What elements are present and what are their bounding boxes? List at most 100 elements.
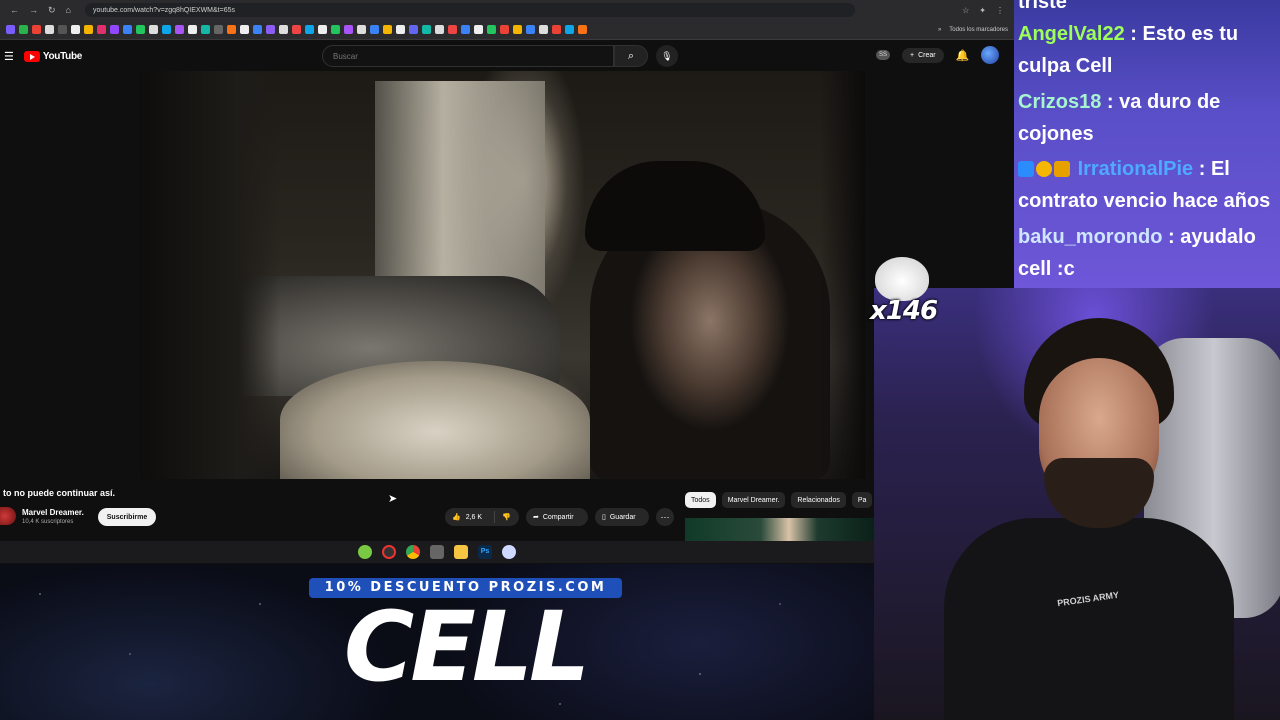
bookmark-icon[interactable] [162, 25, 171, 34]
bookmark-icon[interactable] [19, 25, 28, 34]
star-icon[interactable]: ☆ [962, 6, 969, 15]
bookmark-icon[interactable] [383, 25, 392, 34]
channel-name[interactable]: Marvel Dreamer. [22, 508, 84, 517]
chip-channel[interactable]: Marvel Dreamer. [721, 492, 786, 508]
bookmark-icon[interactable] [422, 25, 431, 34]
bookmark-icon[interactable] [214, 25, 223, 34]
bookmark-icon[interactable] [500, 25, 509, 34]
bookmark-icon[interactable] [565, 25, 574, 34]
menu-icon[interactable]: ☰ [4, 50, 14, 63]
chat-message: IrrationalPie : El contrato vencio hace … [1018, 158, 1271, 212]
chrome-icon[interactable] [406, 545, 420, 559]
bookmark-icon[interactable] [240, 25, 249, 34]
channel-subscribers: 10,4 K suscriptores [22, 519, 74, 525]
reload-icon[interactable]: ↻ [48, 5, 56, 16]
bookmark-icon[interactable] [32, 25, 41, 34]
video-frame-bags [280, 361, 590, 479]
share-button[interactable]: ➦ Compartir [526, 508, 588, 526]
youtube-logo[interactable]: YouTube [23, 50, 83, 62]
bookmark-icon[interactable] [58, 25, 67, 34]
folder-icon[interactable] [454, 545, 468, 559]
channel-avatar[interactable] [0, 507, 16, 525]
crown-badge-icon [1054, 161, 1070, 177]
thumbs-down-icon: 👎 [502, 514, 511, 521]
bookmark-icon[interactable] [110, 25, 119, 34]
subscribe-button[interactable]: Suscribirme [98, 508, 156, 526]
bookmark-icon[interactable] [279, 25, 288, 34]
url-field[interactable]: youtube.com/watch?v=zgq8hQIEXWM&t=65s [84, 3, 855, 17]
create-label: Crear [918, 51, 936, 59]
app-icon[interactable] [502, 545, 516, 559]
app-icon[interactable] [430, 545, 444, 559]
bookmark-icon[interactable] [201, 25, 210, 34]
bookmark-icon[interactable] [175, 25, 184, 34]
bookmark-icon[interactable] [292, 25, 301, 34]
webcam-feed: PROZIS ARMY [874, 288, 1280, 720]
bookmark-icon[interactable] [344, 25, 353, 34]
notifications-icon[interactable]: 🔔 [956, 49, 970, 62]
bookmark-icon[interactable] [331, 25, 340, 34]
streamer-name-logo: CELL [343, 591, 590, 703]
video-frame-shade [820, 71, 865, 479]
video-frame-hair [585, 161, 765, 251]
extensions-icon[interactable]: ✦ [979, 6, 986, 15]
plus-icon: + [910, 51, 915, 59]
bookmark-icon[interactable] [136, 25, 145, 34]
bookmark-icon[interactable] [253, 25, 262, 34]
bookmark-icon[interactable] [435, 25, 444, 34]
chip-related[interactable]: Relacionados [791, 492, 846, 508]
video-player[interactable] [140, 71, 865, 479]
related-video-thumbnail[interactable] [685, 518, 874, 542]
bookmark-icon[interactable] [526, 25, 535, 34]
url-text: youtube.com/watch?v=zgq8hQIEXWM&t=65s [92, 6, 236, 14]
bookmark-icon[interactable] [149, 25, 158, 34]
bookmark-icon[interactable] [552, 25, 561, 34]
more-actions-button[interactable]: ⋯ [656, 508, 674, 526]
forward-icon[interactable]: → [29, 5, 38, 16]
chip-more[interactable]: Pa [851, 492, 873, 508]
voice-search-button[interactable]: 🎙 [656, 45, 678, 67]
app-icon[interactable] [358, 545, 372, 559]
youtube-logo-text: YouTube [42, 50, 83, 62]
bookmark-icon[interactable] [539, 25, 548, 34]
bookmark-icon[interactable] [513, 25, 522, 34]
back-icon[interactable]: ← [10, 5, 19, 16]
bookmark-icon[interactable] [305, 25, 314, 34]
bookmark-icon[interactable] [396, 25, 405, 34]
chip-todos[interactable]: Todos [685, 492, 716, 508]
bookmark-icon[interactable] [188, 25, 197, 34]
dislike-button[interactable]: 👎 [495, 513, 511, 521]
avatar[interactable] [981, 46, 1000, 64]
all-bookmarks[interactable]: » Todos los marcadores [938, 27, 1008, 33]
bookmark-icon[interactable] [318, 25, 327, 34]
search-button[interactable]: ⌕ [614, 45, 648, 67]
app-icon[interactable] [382, 545, 396, 559]
menu-icon[interactable]: ⋮ [996, 6, 1004, 15]
photoshop-icon[interactable]: Ps [478, 545, 492, 559]
bookmark-icon[interactable] [97, 25, 106, 34]
stream-chat: triste AngelVal22 : Esto es tu culpa Cel… [1014, 0, 1280, 288]
save-button[interactable]: ▯ Guardar [595, 508, 649, 526]
create-button[interactable]: + Crear [902, 47, 944, 63]
like-button[interactable]: 👍 2,6 K [445, 511, 495, 523]
bookmark-icon[interactable] [84, 25, 93, 34]
cc-badge[interactable]: SS [876, 50, 891, 60]
header-actions: SS + Crear 🔔 [876, 46, 1000, 64]
bookmark-icon[interactable] [266, 25, 275, 34]
bookmark-icon[interactable] [357, 25, 366, 34]
search-input[interactable] [322, 45, 614, 67]
bookmark-icon[interactable] [227, 25, 236, 34]
bookmark-icon[interactable] [578, 25, 587, 34]
bookmark-icon[interactable] [474, 25, 483, 34]
home-icon[interactable]: ⌂ [66, 5, 71, 16]
bookmark-icon[interactable] [123, 25, 132, 34]
bookmark-icon[interactable] [409, 25, 418, 34]
bookmark-icon[interactable] [487, 25, 496, 34]
bookmark-icon[interactable] [6, 25, 15, 34]
bookmark-icon[interactable] [71, 25, 80, 34]
bookmark-icon[interactable] [45, 25, 54, 34]
bookmark-icon[interactable] [370, 25, 379, 34]
like-count: 2,6 K [465, 513, 483, 521]
bookmark-icon[interactable] [448, 25, 457, 34]
bookmark-icon[interactable] [461, 25, 470, 34]
